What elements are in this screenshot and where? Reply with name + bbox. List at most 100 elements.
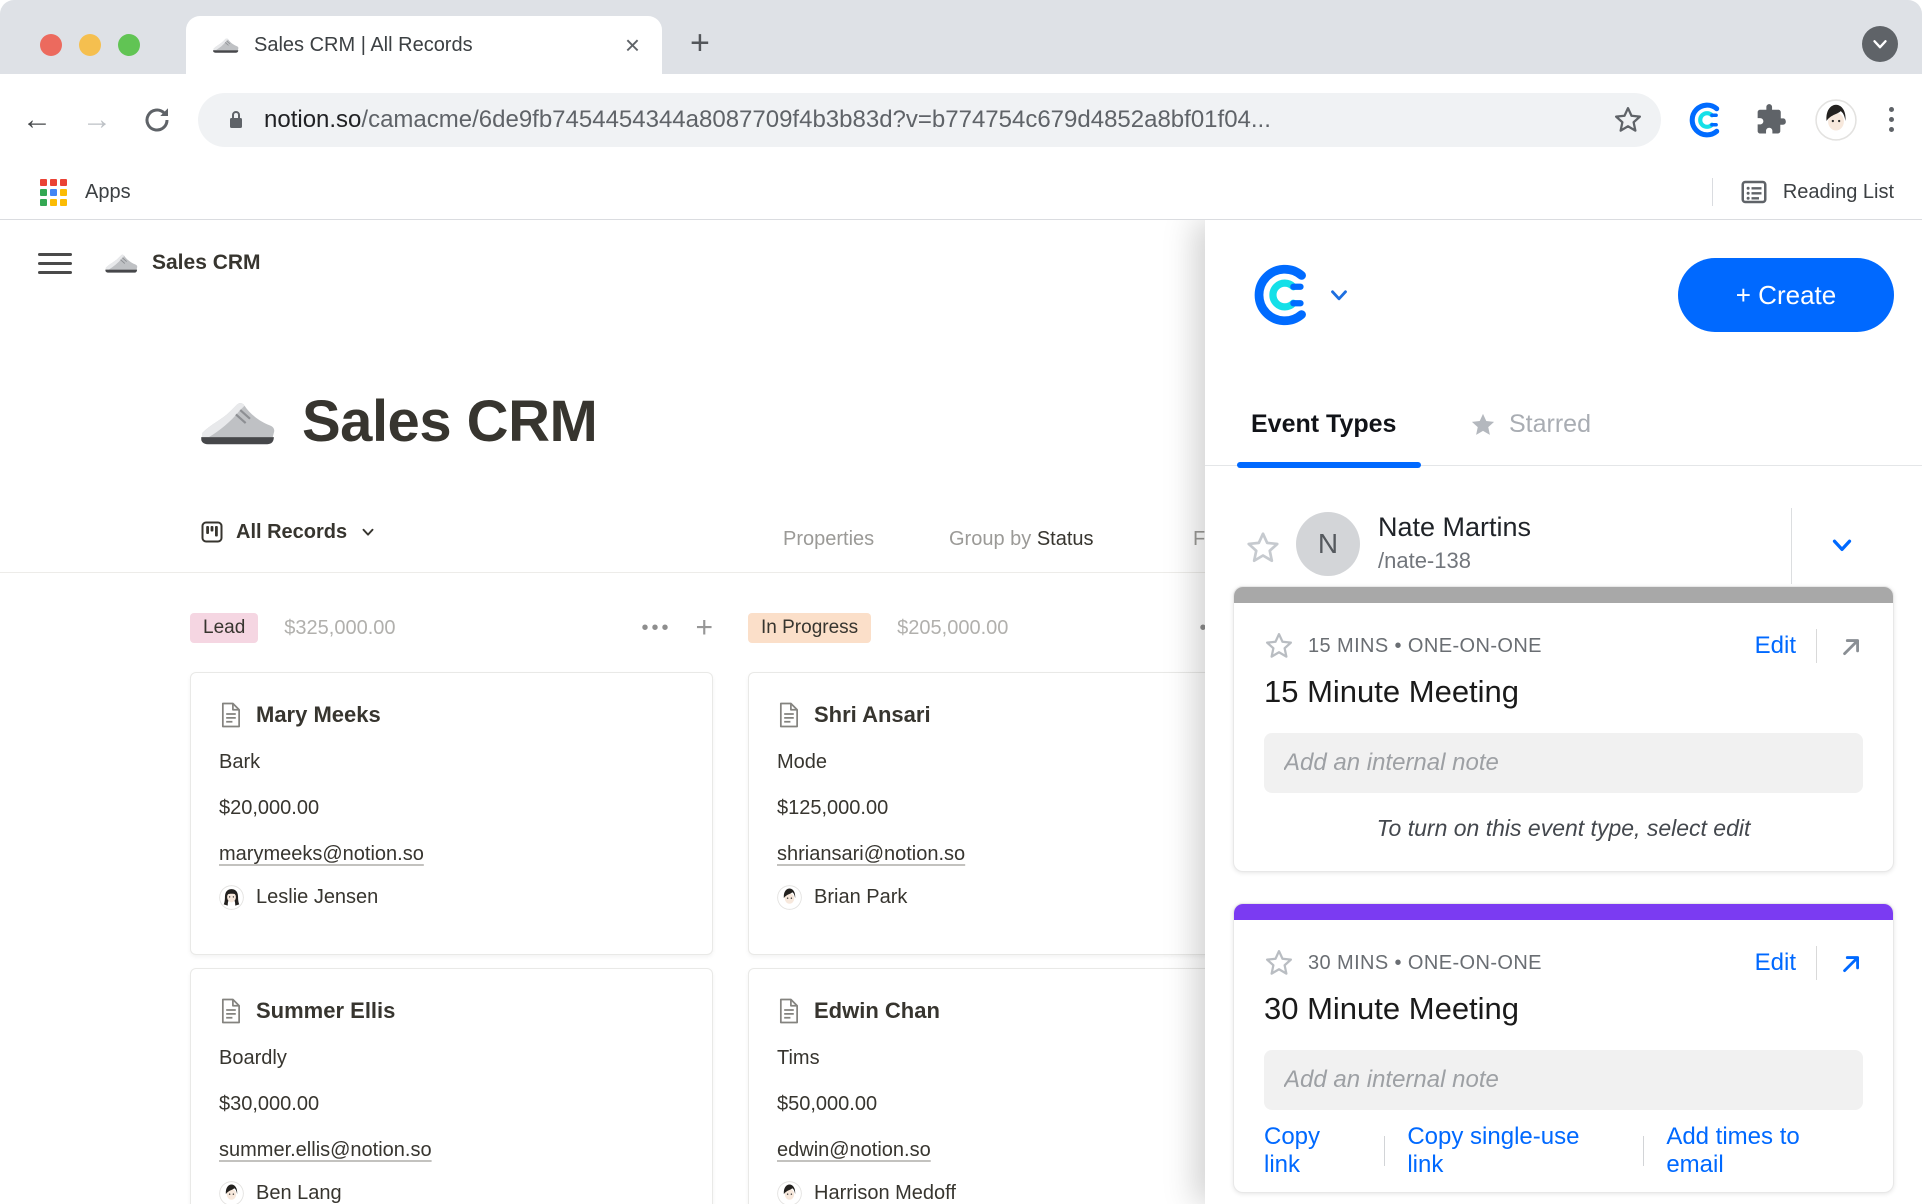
view-switcher[interactable]: All Records xyxy=(200,520,377,544)
star-icon xyxy=(1469,411,1497,439)
profile-expand-chevron-icon[interactable] xyxy=(1827,530,1857,560)
page-icon xyxy=(777,701,800,729)
edit-link[interactable]: Edit xyxy=(1755,949,1796,977)
owner-avatar xyxy=(219,1181,244,1204)
owner-name: Harrison Medoff xyxy=(814,1182,956,1204)
owner-avatar xyxy=(219,885,244,910)
record-name: Shri Ansari xyxy=(814,702,931,728)
internal-note-input[interactable] xyxy=(1264,733,1863,793)
event-meta: 30 MINS • ONE-ON-ONE xyxy=(1308,952,1542,975)
close-window-button[interactable] xyxy=(40,34,62,56)
calendly-logo[interactable] xyxy=(1250,262,1316,328)
record-card[interactable]: Shri Ansari Mode $125,000.00 shriansari@… xyxy=(748,672,1271,955)
record-owner: Harrison Medoff xyxy=(777,1181,1242,1204)
create-button[interactable]: + Create xyxy=(1678,258,1894,332)
record-name: Summer Ellis xyxy=(256,998,395,1024)
apps-label[interactable]: Apps xyxy=(85,181,131,204)
back-button[interactable]: ← xyxy=(22,105,52,135)
link-divider xyxy=(1643,1136,1644,1166)
record-email[interactable]: summer.ellis@notion.so xyxy=(219,1137,684,1163)
page-content: Sales CRM Sales CRM All Records Properti… xyxy=(0,220,1922,1204)
star-event-icon[interactable] xyxy=(1264,948,1294,978)
profile-initial-avatar: N xyxy=(1296,512,1360,576)
notion-topbar: Sales CRM xyxy=(38,250,261,276)
internal-note-input[interactable] xyxy=(1264,1050,1863,1110)
view-name: All Records xyxy=(236,521,347,544)
extensions-puzzle-icon[interactable] xyxy=(1751,101,1789,139)
notion-breadcrumb-title[interactable]: Sales CRM xyxy=(152,251,261,275)
browser-menu-icon[interactable] xyxy=(1883,103,1900,136)
properties-button[interactable]: Properties xyxy=(783,528,874,551)
apps-grid-icon[interactable] xyxy=(40,179,67,206)
group-by-value: Status xyxy=(1037,528,1094,550)
sneaker-icon xyxy=(104,250,138,276)
edit-link[interactable]: Edit xyxy=(1755,632,1796,660)
record-name: Edwin Chan xyxy=(814,998,940,1024)
bookmark-star-icon[interactable] xyxy=(1613,105,1643,135)
status-badge[interactable]: In Progress xyxy=(748,613,871,643)
copy-link-button[interactable]: Copy link xyxy=(1264,1123,1362,1179)
page-icon xyxy=(777,997,800,1025)
profile-row: N Nate Martins /nate-138 xyxy=(1205,498,1922,598)
minimize-window-button[interactable] xyxy=(79,34,101,56)
tab-starred[interactable]: Starred xyxy=(1469,410,1591,439)
profile-name: Nate Martins xyxy=(1378,512,1531,543)
record-card[interactable]: Edwin Chan Tims $50,000.00 edwin@notion.… xyxy=(748,968,1271,1204)
zoom-window-button[interactable] xyxy=(118,34,140,56)
filter-button-clipped[interactable]: F xyxy=(1193,528,1205,551)
new-tab-button[interactable]: + xyxy=(690,26,710,60)
forward-button[interactable]: → xyxy=(82,105,112,135)
url-domain: notion.so xyxy=(264,106,361,133)
record-email[interactable]: edwin@notion.so xyxy=(777,1137,1242,1163)
account-chevron-icon[interactable] xyxy=(1326,282,1352,308)
column-add-icon[interactable]: + xyxy=(695,613,713,643)
lock-icon xyxy=(224,108,248,132)
record-owner: Ben Lang xyxy=(219,1181,684,1204)
reading-list-label[interactable]: Reading List xyxy=(1783,181,1894,204)
record-company: Bark xyxy=(219,749,684,775)
column-header: In Progress $205,000.00 ••• + xyxy=(748,606,1271,650)
sneaker-page-icon[interactable] xyxy=(198,393,276,451)
active-tab-underline xyxy=(1237,462,1421,468)
event-title: 30 Minute Meeting xyxy=(1264,988,1863,1030)
tab-event-types[interactable]: Event Types xyxy=(1251,410,1396,439)
column-menu-icon[interactable]: ••• xyxy=(641,617,671,640)
column-header: Lead $325,000.00 ••• + xyxy=(190,606,713,650)
star-profile-icon[interactable] xyxy=(1245,530,1281,566)
column-total: $205,000.00 xyxy=(897,617,1008,640)
record-card[interactable]: Mary Meeks Bark $20,000.00 marymeeks@not… xyxy=(190,672,713,955)
profile-avatar[interactable] xyxy=(1815,99,1857,141)
record-email[interactable]: shriansari@notion.so xyxy=(777,841,1242,867)
add-times-to-email-button[interactable]: Add times to email xyxy=(1666,1123,1863,1179)
status-badge[interactable]: Lead xyxy=(190,613,258,643)
profile-slug: /nate-138 xyxy=(1378,548,1471,574)
record-company: Boardly xyxy=(219,1045,684,1071)
record-email[interactable]: marymeeks@notion.so xyxy=(219,841,684,867)
window-controls xyxy=(40,34,140,56)
url-path: /camacme/6de9fb7454454344a8087709f4b3b83… xyxy=(361,106,1270,133)
event-color-stripe xyxy=(1234,904,1893,920)
browser-tab[interactable]: Sales CRM | All Records × xyxy=(186,16,662,74)
record-owner: Leslie Jensen xyxy=(219,885,684,910)
group-by-button[interactable]: Group by Status xyxy=(949,528,1094,551)
tab-search-chevron-icon[interactable] xyxy=(1862,26,1898,62)
hamburger-menu-icon[interactable] xyxy=(38,253,72,274)
event-type-card-15min: 15 MINS • ONE-ON-ONE Edit 15 Minute Meet… xyxy=(1233,586,1894,872)
bookmarks-divider xyxy=(1712,178,1713,206)
open-external-icon[interactable] xyxy=(1837,633,1863,659)
record-amount: $125,000.00 xyxy=(777,795,1242,821)
open-external-icon[interactable] xyxy=(1837,950,1863,976)
board-view-icon xyxy=(200,520,224,544)
event-hint: To turn on this event type, select edit xyxy=(1264,815,1863,845)
event-meta: 15 MINS • ONE-ON-ONE xyxy=(1308,635,1542,658)
chevron-down-icon xyxy=(359,523,377,541)
tab-strip: Sales CRM | All Records × + xyxy=(0,0,1922,74)
record-company: Mode xyxy=(777,749,1242,775)
record-card[interactable]: Summer Ellis Boardly $30,000.00 summer.e… xyxy=(190,968,713,1204)
star-event-icon[interactable] xyxy=(1264,631,1294,661)
copy-single-use-link-button[interactable]: Copy single-use link xyxy=(1407,1123,1621,1179)
reload-button[interactable] xyxy=(142,105,172,135)
tab-close-icon[interactable]: × xyxy=(625,32,640,58)
url-bar[interactable]: notion.so/camacme/6de9fb7454454344a80877… xyxy=(198,93,1661,147)
calendly-extension-icon[interactable] xyxy=(1687,101,1725,139)
